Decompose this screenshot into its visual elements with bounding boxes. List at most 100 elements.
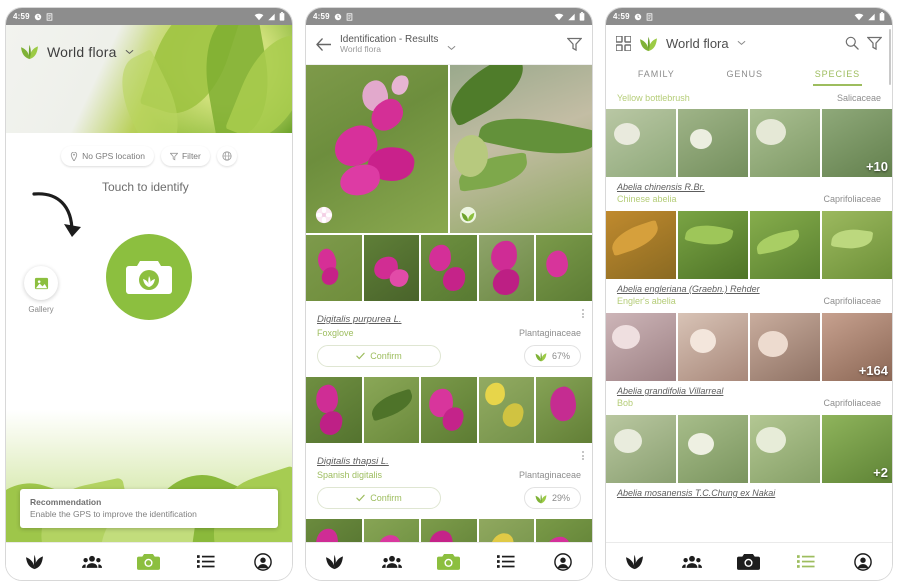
nav-item-profile[interactable] (243, 547, 283, 577)
species-common-name: Bob (617, 398, 634, 408)
species-scientific-name[interactable]: Abelia grandifolia Villarreal (617, 386, 881, 396)
nav-item-profile[interactable] (843, 547, 883, 577)
tab-genus[interactable]: GENUS (724, 65, 765, 86)
species-photo[interactable] (606, 415, 676, 483)
species-scientific-name[interactable]: Abelia engleriana (Graebn.) Rehder (617, 284, 881, 294)
species-photo-strip[interactable]: +2 (606, 415, 892, 483)
species-photo-strip[interactable]: +10 (606, 109, 892, 177)
confirm-button[interactable]: Confirm (317, 487, 441, 509)
chevron-down-icon[interactable] (737, 40, 746, 46)
nav-item-list[interactable] (786, 547, 826, 577)
species-photo[interactable] (678, 313, 748, 381)
nav-item-plants[interactable] (15, 547, 55, 577)
species-photo[interactable] (606, 109, 676, 177)
species-photo[interactable] (750, 211, 820, 279)
result-scientific-name[interactable]: Digitalis thapsi L. (317, 456, 389, 467)
photo-leaf[interactable] (450, 65, 592, 233)
shutter-button[interactable] (106, 234, 192, 320)
thumbnail[interactable] (306, 377, 362, 443)
vertical-scrollbar[interactable] (889, 29, 891, 85)
thumbnail[interactable] (421, 519, 477, 542)
thumbnail[interactable] (363, 377, 420, 443)
score-chip[interactable]: 67% (523, 345, 581, 367)
tab-species[interactable]: SPECIES (812, 65, 863, 86)
result-thumbnail-strip[interactable] (306, 235, 592, 301)
filter-icon[interactable] (567, 37, 582, 52)
thumbnail[interactable] (478, 235, 535, 301)
species-photo[interactable] (606, 313, 676, 381)
overflow-menu-button[interactable] (582, 451, 584, 460)
species-photo[interactable] (750, 109, 820, 177)
species-photo[interactable] (750, 313, 820, 381)
species-photo[interactable] (606, 211, 676, 279)
photo-flower[interactable] (306, 65, 448, 233)
thumbnail[interactable] (306, 235, 362, 301)
tab-family[interactable]: FAMILY (636, 65, 677, 86)
species-scientific-name[interactable]: Abelia mosanensis T.C.Chung ex Nakai (617, 488, 881, 498)
result-card[interactable]: Digitalis purpurea L. Foxglove Plantagin… (306, 301, 592, 377)
thumbnail[interactable] (363, 519, 420, 542)
grid-icon[interactable] (616, 35, 631, 51)
nav-item-list[interactable] (486, 547, 526, 577)
result-hero-photos[interactable] (306, 65, 592, 233)
gallery-button[interactable]: Gallery (24, 266, 58, 314)
chevron-down-icon[interactable] (447, 45, 456, 51)
nav-item-camera[interactable] (129, 547, 169, 577)
overflow-menu-button[interactable] (582, 309, 584, 318)
nav-item-profile[interactable] (543, 547, 583, 577)
species-photo-more[interactable]: +10 (822, 109, 892, 177)
globe-chip[interactable] (216, 146, 237, 166)
thumbnail[interactable] (478, 377, 535, 443)
result-thumbnail-strip[interactable] (306, 377, 592, 443)
search-icon[interactable] (845, 36, 859, 50)
gps-status-chip[interactable]: No GPS location (61, 146, 154, 166)
thumbnail[interactable] (421, 377, 477, 443)
species-list-item[interactable]: +10 Abelia chinensis R.Br. Chinese abeli… (606, 109, 892, 211)
thumbnail[interactable] (306, 519, 362, 542)
species-photo[interactable] (750, 415, 820, 483)
species-photo[interactable] (678, 109, 748, 177)
species-photo-strip[interactable]: +164 (606, 313, 892, 381)
species-photo-strip[interactable] (606, 211, 892, 279)
species-photo-more[interactable]: +2 (822, 415, 892, 483)
species-list-item[interactable]: +2 Abelia mosanensis T.C.Chung ex Nakai (606, 415, 892, 500)
species-list-item[interactable]: +164 Abelia grandifolia Villarreal Bob C… (606, 313, 892, 415)
result-names-row: Foxglove Plantaginaceae (317, 328, 581, 338)
app-title-row[interactable]: World flora (20, 43, 134, 60)
result-card[interactable]: Digitalis thapsi L. Spanish digitalis Pl… (306, 443, 592, 519)
nav-item-community[interactable] (72, 547, 112, 577)
back-arrow-icon[interactable] (316, 38, 331, 51)
nav-item-camera[interactable] (429, 547, 469, 577)
wifi-icon (254, 13, 264, 20)
result-thumbnail-strip[interactable] (306, 519, 592, 542)
thumbnail[interactable] (536, 519, 592, 542)
partial-species-row[interactable]: Yellow bottlebrush Salicaceae (606, 86, 892, 109)
gallery-label: Gallery (28, 305, 54, 314)
species-photo[interactable] (678, 415, 748, 483)
species-photo-more[interactable]: +164 (822, 313, 892, 381)
nav-item-community[interactable] (672, 547, 712, 577)
confirm-button[interactable]: Confirm (317, 345, 441, 367)
species-scientific-name[interactable]: Abelia chinensis R.Br. (617, 182, 881, 192)
score-chip[interactable]: 29% (523, 487, 581, 509)
recommendation-toast[interactable]: Recommendation Enable the GPS to improve… (20, 489, 278, 528)
species-list-item[interactable]: Abelia engleriana (Graebn.) Rehder Engle… (606, 211, 892, 313)
nav-item-plants[interactable] (315, 547, 355, 577)
filter-chip[interactable]: Filter (160, 146, 210, 166)
nav-item-camera[interactable] (729, 547, 769, 577)
species-photo[interactable] (678, 211, 748, 279)
nav-item-community[interactable] (372, 547, 412, 577)
signal-icon (268, 13, 275, 20)
thumbnail[interactable] (421, 235, 477, 301)
thumbnail[interactable] (363, 235, 420, 301)
thumbnail[interactable] (478, 519, 535, 542)
species-photo[interactable] (822, 211, 892, 279)
results-scroll-body[interactable]: Digitalis purpurea L. Foxglove Plantagin… (306, 65, 592, 542)
filter-icon[interactable] (867, 36, 882, 51)
thumbnail[interactable] (536, 377, 592, 443)
nav-item-plants[interactable] (615, 547, 655, 577)
result-scientific-name[interactable]: Digitalis purpurea L. (317, 314, 402, 325)
thumbnail[interactable] (536, 235, 592, 301)
nav-item-list[interactable] (186, 547, 226, 577)
chevron-down-icon[interactable] (125, 49, 134, 55)
